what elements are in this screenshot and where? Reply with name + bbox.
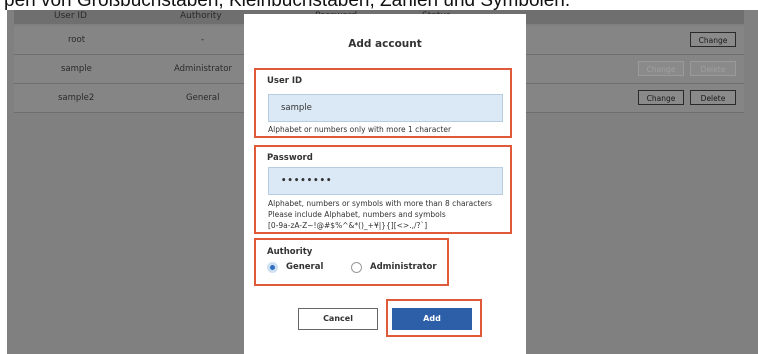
user-id-cell: sample	[61, 64, 92, 74]
delete-button[interactable]: Delete	[690, 61, 736, 76]
add-account-dialog: Add account User ID sample Alphabet or n…	[244, 14, 526, 354]
password-input[interactable]: ••••••••	[268, 167, 503, 195]
radio-administrator-label: Administrator	[370, 262, 437, 272]
change-button[interactable]: Change	[690, 32, 736, 47]
change-button[interactable]: Change	[638, 61, 684, 76]
authority-cell: Administrator	[174, 64, 232, 74]
cancel-button[interactable]: Cancel	[298, 308, 378, 330]
radio-selected-icon	[267, 262, 278, 273]
authority-cell: -	[201, 35, 205, 45]
user-id-input[interactable]: sample	[268, 94, 503, 122]
user-id-cell: sample2	[58, 93, 95, 103]
password-help-line-2: Please include Alphabet, numbers and sym…	[268, 210, 446, 219]
column-header-user-id: User ID	[54, 11, 87, 21]
user-id-help-text: Alphabet or numbers only with more 1 cha…	[268, 125, 452, 134]
user-id-section: User ID sample Alphabet or numbers only …	[254, 68, 512, 138]
delete-button[interactable]: Delete	[690, 90, 736, 105]
radio-general-label: General	[286, 262, 324, 272]
password-label: Password	[267, 153, 313, 163]
change-button[interactable]: Change	[638, 90, 684, 105]
radio-unselected-icon	[351, 262, 362, 273]
password-section: Password •••••••• Alphabet, numbers or s…	[254, 145, 512, 234]
user-id-cell: root	[68, 35, 86, 45]
user-id-label: User ID	[267, 76, 303, 86]
dialog-title: Add account	[348, 38, 422, 50]
password-help-line-1: Alphabet, numbers or symbols with more t…	[268, 199, 492, 208]
authority-section: Authority General Administrator	[254, 238, 449, 286]
authority-cell: General	[186, 93, 220, 103]
password-help-line-3: [0-9a-zA-Z~!@#$%^&*()_+¥|}{][<>.,/?`]	[268, 221, 428, 230]
add-button[interactable]: Add	[392, 308, 472, 330]
authority-label: Authority	[267, 247, 313, 257]
column-header-authority: Authority	[180, 11, 222, 21]
